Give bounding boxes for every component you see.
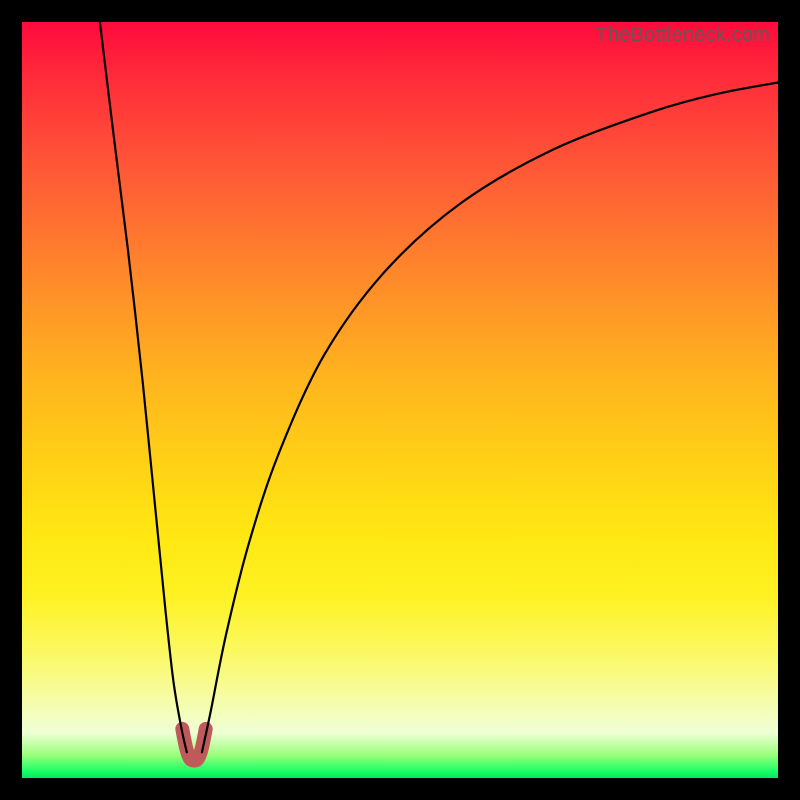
left-branch-curve [100,22,187,752]
right-branch-curve [202,83,778,753]
outer-frame: TheBottleneck.com [0,0,800,800]
chart-curves [22,22,778,778]
plot-area: TheBottleneck.com [22,22,778,778]
